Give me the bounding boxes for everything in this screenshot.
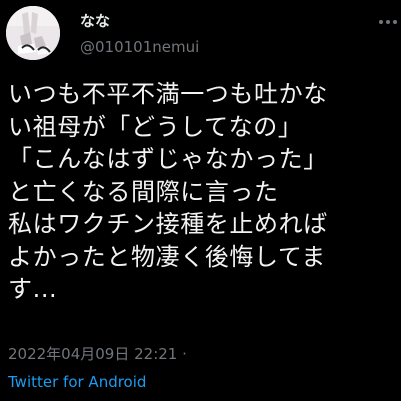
avatar-photo-icon — [6, 6, 60, 60]
more-icon — [393, 20, 397, 24]
tweet-text-line: 「こんなはずじゃなかった」 — [8, 145, 328, 173]
author-info: なな @010101nemui — [80, 12, 199, 56]
tweet-text-line: い祖母が「どうしてなの」 — [8, 112, 303, 141]
more-icon — [379, 20, 383, 24]
tweet: なな @010101nemui いつも不平不満一つも吐かな い祖母が「どうしてな… — [0, 0, 401, 401]
avatar[interactable] — [6, 6, 60, 60]
more-icon — [386, 20, 390, 24]
user-handle[interactable]: @010101nemui — [80, 38, 199, 56]
tweet-text-line: よかったと物凄く後悔してま — [8, 242, 326, 271]
tweet-timestamp[interactable]: 2022年04月09日 22:21 · — [8, 345, 187, 363]
tweet-source-link[interactable]: Twitter for Android — [8, 372, 146, 392]
tweet-text-line: す... — [8, 275, 58, 303]
display-name[interactable]: なな — [80, 12, 199, 30]
tweet-text-line: いつも不平不満一つも吐かな — [8, 80, 328, 108]
tweet-text-line: 私はワクチン接種を止めれば — [8, 210, 328, 238]
more-button[interactable] — [375, 12, 401, 32]
tweet-text: いつも不平不満一つも吐かな い祖母が「どうしてなの」 「こんなはずじゃなかった」… — [8, 78, 401, 306]
tweet-text-line: と亡くなる間際に言った — [8, 177, 279, 206]
